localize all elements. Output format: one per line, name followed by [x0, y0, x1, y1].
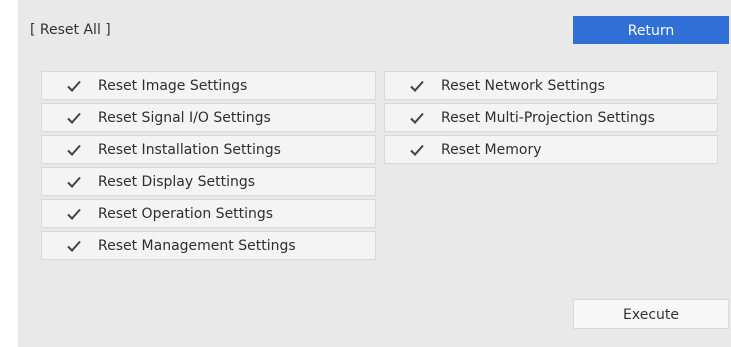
page-title: [ Reset All ] — [30, 22, 111, 38]
checkmark-icon — [66, 110, 82, 126]
reset-operation-settings-item[interactable]: Reset Operation Settings — [41, 199, 376, 228]
reset-display-settings-item[interactable]: Reset Display Settings — [41, 167, 376, 196]
checkmark-icon — [409, 78, 425, 94]
reset-multi-projection-settings-item[interactable]: Reset Multi-Projection Settings — [384, 103, 718, 132]
checkmark-icon — [66, 78, 82, 94]
item-label: Reset Memory — [441, 141, 542, 158]
execute-button[interactable]: Execute — [573, 299, 729, 329]
reset-management-settings-item[interactable]: Reset Management Settings — [41, 231, 376, 260]
checkmark-icon — [409, 142, 425, 158]
return-button[interactable]: Return — [573, 16, 729, 44]
checkmark-icon — [66, 174, 82, 190]
checkmark-icon — [66, 206, 82, 222]
reset-installation-settings-item[interactable]: Reset Installation Settings — [41, 135, 376, 164]
checkmark-icon — [66, 238, 82, 254]
item-label: Reset Display Settings — [98, 173, 256, 190]
item-label: Reset Signal I/O Settings — [98, 109, 271, 126]
item-label: Reset Management Settings — [98, 237, 296, 254]
reset-options-right-column: Reset Network Settings Reset Multi-Proje… — [384, 71, 718, 167]
item-label: Reset Image Settings — [98, 77, 248, 94]
checkmark-icon — [409, 110, 425, 126]
item-label: Reset Operation Settings — [98, 205, 274, 222]
item-label: Reset Network Settings — [441, 77, 605, 94]
reset-image-settings-item[interactable]: Reset Image Settings — [41, 71, 376, 100]
reset-signal-io-settings-item[interactable]: Reset Signal I/O Settings — [41, 103, 376, 132]
reset-memory-item[interactable]: Reset Memory — [384, 135, 718, 164]
reset-options-left-column: Reset Image Settings Reset Signal I/O Se… — [41, 71, 376, 263]
reset-network-settings-item[interactable]: Reset Network Settings — [384, 71, 718, 100]
item-label: Reset Multi-Projection Settings — [441, 109, 655, 126]
item-label: Reset Installation Settings — [98, 141, 281, 158]
checkmark-icon — [66, 142, 82, 158]
